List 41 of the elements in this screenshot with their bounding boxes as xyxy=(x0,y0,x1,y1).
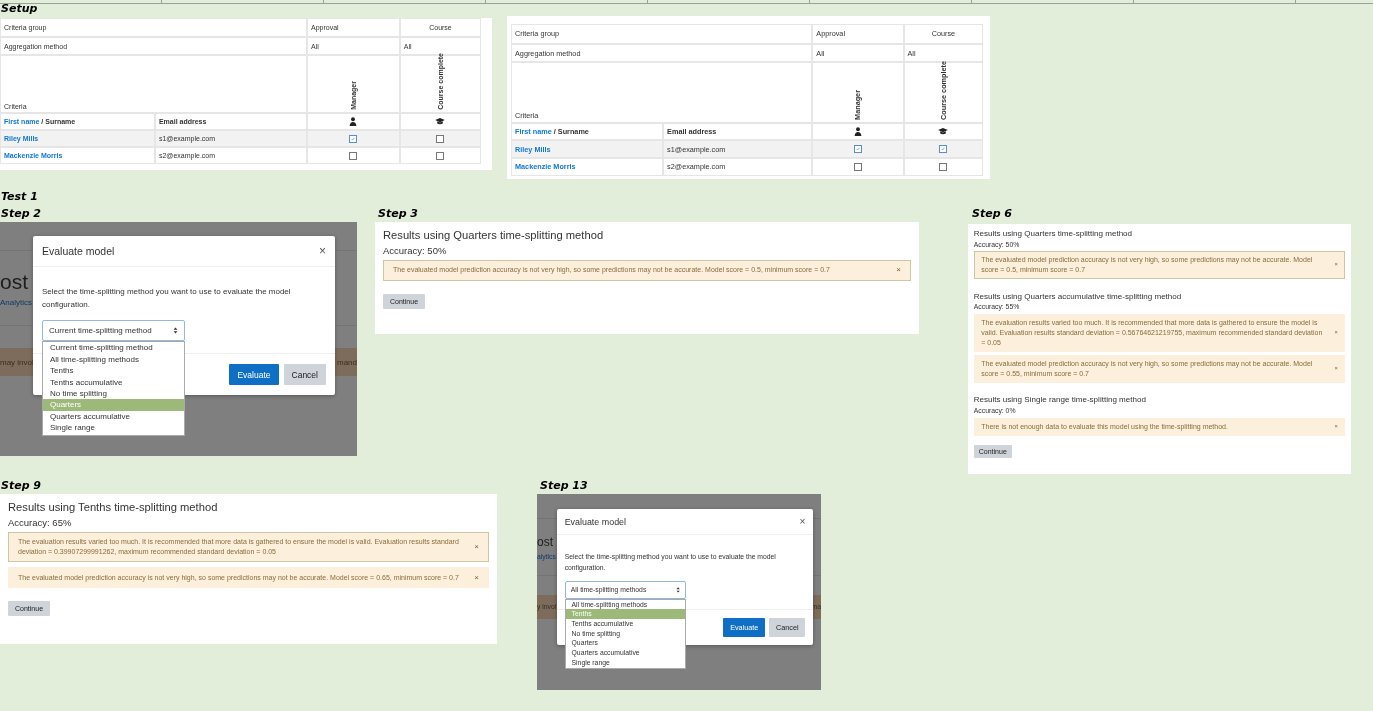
close-button[interactable]: × xyxy=(474,573,479,582)
step-heading: Step 9 xyxy=(1,479,41,492)
evaluate-button[interactable]: Evaluate xyxy=(229,364,279,386)
accuracy-text: Accuracy: 50% xyxy=(383,245,447,257)
checkbox[interactable] xyxy=(939,145,948,154)
page-heading: ost xyxy=(537,535,553,548)
close-button[interactable]: × xyxy=(474,543,479,552)
dialog-title: Evaluate model xyxy=(564,516,627,527)
cancel-button[interactable]: Cancel xyxy=(283,364,326,386)
section-heading: Setup xyxy=(1,2,38,15)
select-caret-icon xyxy=(675,586,681,593)
select-caret-icon xyxy=(173,327,178,335)
close-button[interactable]: × xyxy=(896,266,901,275)
results-title: Results using Quarters time-splitting method xyxy=(383,229,604,243)
step-heading: Step 3 xyxy=(378,207,418,220)
method-select[interactable]: Current time-splitting method xyxy=(42,320,185,342)
dialog-title: Evaluate model xyxy=(42,245,115,257)
checkbox[interactable] xyxy=(436,134,445,143)
results-title: Results using Quarters accumulative time-splitting method xyxy=(973,291,1182,302)
checkbox[interactable] xyxy=(436,151,445,160)
section-heading: Test 1 xyxy=(1,190,38,203)
page-heading: ost xyxy=(0,271,28,292)
step-heading: Step 2 xyxy=(1,207,41,220)
person-icon xyxy=(349,117,358,126)
checkbox[interactable] xyxy=(939,162,948,171)
graduation-cap-icon xyxy=(435,118,446,125)
accuracy-text: Accuracy: 65% xyxy=(8,517,72,529)
close-button[interactable]: × xyxy=(319,245,326,257)
checkbox[interactable] xyxy=(853,162,862,171)
step-heading: Step 13 xyxy=(540,479,588,492)
results-title: Results using Quarters time-splitting method xyxy=(973,229,1133,239)
graduation-cap-icon xyxy=(938,128,949,136)
close-button[interactable]: × xyxy=(799,516,806,527)
results-title: Results using Single range time-splitting method xyxy=(973,395,1146,406)
person-icon xyxy=(853,127,862,137)
step-heading: Step 6 xyxy=(972,207,1012,220)
dialog-message: Select the time-splitting method you want to use to evaluate the model configuration. xyxy=(42,286,292,312)
checkbox[interactable] xyxy=(853,145,862,154)
results-title: Results using Tenths time-splitting method xyxy=(8,501,218,515)
checkbox[interactable] xyxy=(349,134,358,143)
checkbox[interactable] xyxy=(349,151,358,160)
